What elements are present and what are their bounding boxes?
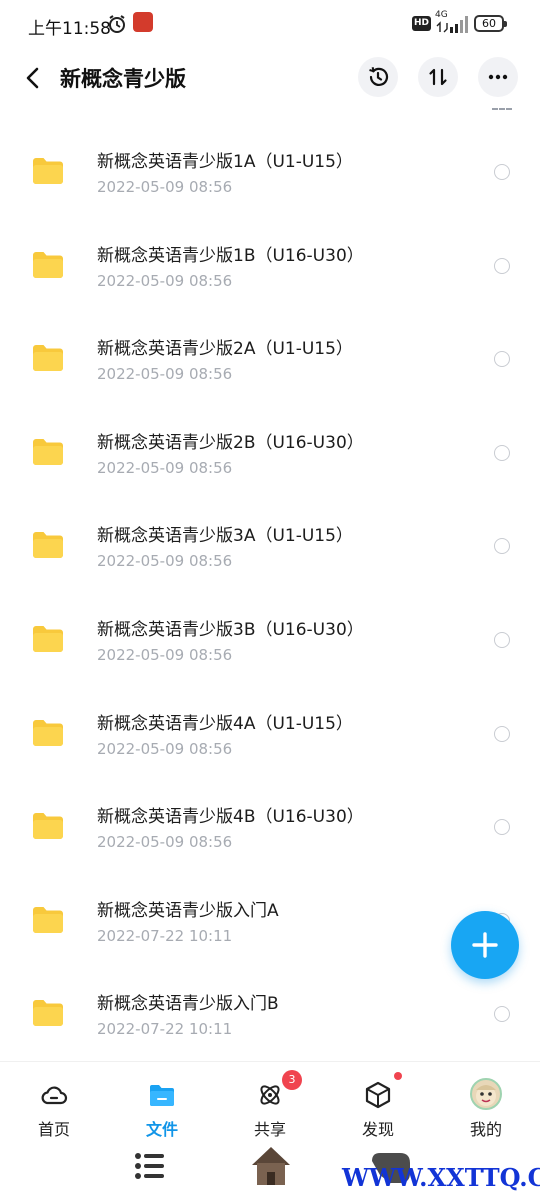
more-icon: [488, 74, 508, 80]
folder-row[interactable]: 新概念英语青少版4B（U16-U30） 2022-05-09 08:56: [0, 780, 540, 874]
menu-key-icon[interactable]: [133, 1149, 167, 1183]
history-icon: [369, 66, 389, 86]
folder-date: 2022-05-09 08:56: [97, 833, 233, 852]
folder-name: 新概念英语青少版4B（U16-U30）: [97, 807, 364, 828]
folder-icon: [33, 813, 63, 840]
status-time: 上午11:58: [28, 19, 111, 39]
folder-row[interactable]: 新概念英语青少版2A（U1-U15） 2022-05-09 08:56: [0, 312, 540, 406]
folder-list: 新概念英语青少版1A（U1-U15） 2022-05-09 08:56 新概念英语青…: [0, 125, 540, 1060]
folder-date: 2022-05-09 08:56: [97, 646, 233, 664]
folder-name: 新概念英语青少版1B（U16-U30）: [97, 245, 364, 266]
folder-date: 2022-05-09 08:56: [97, 552, 233, 571]
folder-icon: [33, 906, 63, 933]
folder-row[interactable]: 新概念英语青少版1A（U1-U15） 2022-05-09 08:56: [0, 125, 540, 219]
folder-row[interactable]: 新概念英语青少版入门B 2022-07-22 10:11: [0, 967, 540, 1060]
select-checkbox[interactable]: [494, 632, 510, 648]
folder-icon: [33, 158, 63, 184]
folder-icon: [150, 1085, 174, 1106]
more-button[interactable]: [478, 57, 518, 97]
folder-row[interactable]: 新概念英语青少版4A（U1-U15） 2022-05-09 08:56: [0, 687, 540, 781]
share-atom-icon: [260, 1085, 280, 1105]
status-bar: 上午11:58 HD 4G 60: [0, 0, 540, 48]
folder-date: 2022-05-09 08:56: [97, 271, 233, 290]
folder-row[interactable]: 新概念英语青少版3B（U16-U30） 2022-05-09 08:56: [0, 593, 540, 687]
nav-discover[interactable]: 发现: [338, 1072, 418, 1139]
folder-date: 2022-07-22 10:11: [97, 926, 233, 945]
plus-icon: [472, 932, 498, 958]
folder-name: 新概念英语青少版2B（U16-U30）: [97, 432, 364, 453]
folder-icon: [33, 251, 63, 278]
screen: 上午11:58 HD 4G 60 新概念青少版 新概念英语青少版1A（U1-U1…: [0, 0, 540, 1200]
folder-name: 新概念英语青少版入门B: [97, 994, 279, 1015]
select-checkbox[interactable]: [494, 164, 510, 180]
home-key-icon[interactable]: [248, 1143, 294, 1187]
folder-icon: [33, 626, 63, 652]
nav-discover-label: 发现: [361, 1120, 394, 1139]
folder-date: 2022-07-22 10:11: [97, 1020, 233, 1039]
nav-files-label: 文件: [145, 1120, 178, 1139]
folder-icon: [33, 532, 63, 559]
folder-name: 新概念英语青少版2A（U1-U15）: [97, 339, 353, 360]
battery-icon: 60: [474, 15, 507, 32]
select-checkbox[interactable]: [494, 538, 510, 555]
hd-badge: HD: [412, 16, 432, 31]
scrolled-away-dots: [492, 108, 512, 112]
folder-icon: [33, 1000, 63, 1027]
page-title: 新概念青少版: [60, 67, 186, 91]
scrolled-away-row: [0, 104, 540, 124]
add-button[interactable]: [451, 911, 519, 979]
select-checkbox[interactable]: [494, 444, 510, 461]
folder-date: 2022-05-09 08:56: [97, 739, 233, 758]
folder-icon: [33, 345, 63, 372]
signal-icon: [436, 16, 468, 33]
folder-name: 新概念英语青少版入门A: [97, 900, 279, 921]
sort-icon: [429, 68, 447, 86]
bottom-nav: 首页 文件 3 共享 发现 我的: [0, 1061, 540, 1141]
select-checkbox[interactable]: [494, 257, 510, 274]
nav-share[interactable]: 3 共享: [230, 1070, 310, 1139]
back-button[interactable]: [18, 60, 50, 96]
folder-name: 新概念英语青少版4A（U1-U15）: [97, 713, 353, 734]
sort-button[interactable]: [418, 57, 458, 97]
battery-level: 60: [482, 17, 496, 30]
header: 新概念青少版: [0, 52, 540, 104]
folder-date: 2022-05-09 08:56: [97, 178, 233, 196]
history-button[interactable]: [358, 57, 398, 97]
folder-row[interactable]: 新概念英语青少版2B（U16-U30） 2022-05-09 08:56: [0, 406, 540, 500]
avatar: [470, 1078, 502, 1110]
folder-name: 新概念英语青少版1A（U1-U15）: [97, 152, 353, 172]
discover-dot: [394, 1072, 402, 1080]
nav-share-label: 共享: [253, 1120, 286, 1139]
folder-name: 新概念英语青少版3B（U16-U30）: [97, 620, 364, 640]
folder-date: 2022-05-09 08:56: [97, 458, 233, 477]
select-checkbox[interactable]: [494, 725, 510, 742]
folder-date: 2022-05-09 08:56: [97, 365, 233, 384]
home-cloud-icon: [41, 1086, 68, 1105]
watermark: WWW.XXTTQ.COM: [342, 1163, 540, 1192]
select-checkbox[interactable]: [494, 819, 510, 836]
nav-files[interactable]: 文件: [122, 1076, 202, 1139]
back-arrow-icon: [26, 67, 39, 89]
folder-row[interactable]: 新概念英语青少版3A（U1-U15） 2022-05-09 08:56: [0, 499, 540, 593]
folder-name: 新概念英语青少版3A（U1-U15）: [97, 526, 353, 547]
share-badge: 3: [282, 1070, 302, 1090]
discover-box-icon: [365, 1081, 391, 1109]
nav-home[interactable]: 首页: [14, 1076, 94, 1139]
app-notification-icon: [133, 12, 153, 32]
folder-icon: [33, 438, 63, 465]
system-nav-bar: WWW.XXTTQ.COM: [0, 1141, 540, 1200]
select-checkbox[interactable]: [494, 1006, 510, 1023]
nav-profile-label: 我的: [469, 1120, 502, 1139]
alarm-icon: [109, 15, 125, 33]
nav-home-label: 首页: [37, 1120, 70, 1139]
nav-profile[interactable]: 我的: [446, 1076, 526, 1139]
folder-row[interactable]: 新概念英语青少版1B（U16-U30） 2022-05-09 08:56: [0, 219, 540, 313]
select-checkbox[interactable]: [494, 351, 510, 368]
folder-icon: [33, 719, 63, 746]
